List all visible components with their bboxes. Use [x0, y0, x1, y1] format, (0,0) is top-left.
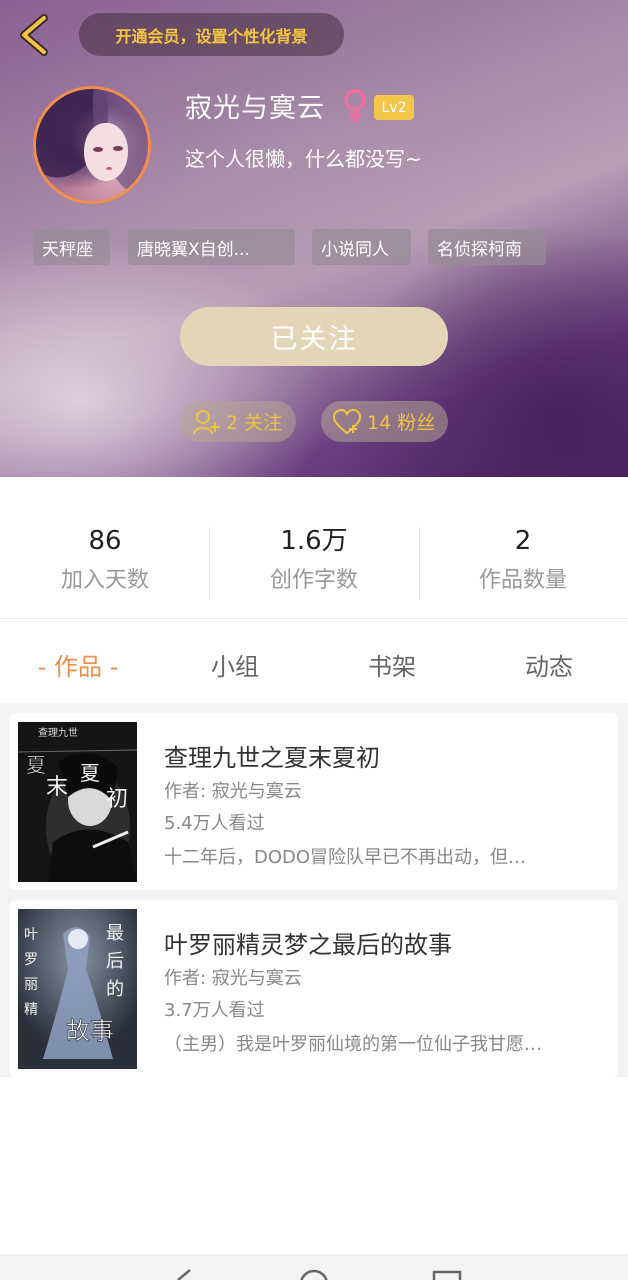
- vip-banner[interactable]: 开通会员，设置个性化背景: [79, 13, 344, 56]
- works-list: 夏 末 夏 初 查理九世 查理九世之夏末夏初 作者: 寂光与寞云 5.4万人看过…: [0, 703, 628, 1077]
- tag-item[interactable]: 小说同人: [312, 229, 411, 265]
- user-add-icon: [193, 409, 220, 434]
- work-description: （主男）我是叶罗丽仙境的第一位仙子我甘愿…: [164, 1034, 542, 1055]
- work-title: 查理九世之夏末夏初: [164, 744, 380, 772]
- stat-label: 作品数量: [478, 567, 567, 593]
- system-nav-bar: [0, 1254, 628, 1284]
- avatar[interactable]: [33, 86, 151, 204]
- svg-text:丽: 丽: [24, 977, 38, 993]
- heart-icon: [333, 408, 361, 434]
- stat-words: 1.6万 创作字数: [209, 527, 419, 594]
- chevron-left-icon: [20, 14, 48, 56]
- stat-works: 2 作品数量: [418, 527, 628, 594]
- svg-text:罗: 罗: [24, 952, 38, 968]
- stats-row: 86 加入天数 1.6万 创作字数 2 作品数量: [0, 477, 628, 619]
- tab-bar: - 作品 - 小组 书架 动态: [0, 619, 628, 703]
- following-button[interactable]: 2 关注: [180, 401, 296, 442]
- following-count: 2 关注: [226, 412, 283, 434]
- work-views: 3.7万人看过: [164, 1000, 265, 1021]
- work-views: 5.4万人看过: [164, 813, 265, 834]
- tag-item[interactable]: 天秤座: [33, 229, 110, 265]
- svg-text:叶: 叶: [24, 927, 38, 943]
- tab-activity[interactable]: 动态: [484, 647, 614, 682]
- book-cover: 夏 末 夏 初 查理九世: [18, 722, 137, 882]
- work-author: 作者: 寂光与寞云: [164, 968, 302, 989]
- stat-value: 2: [514, 526, 532, 556]
- username: 寂光与寞云: [185, 93, 325, 124]
- work-card[interactable]: 叶 罗 丽 精 最 后 的 故事 叶罗丽精灵梦之最后的故事 作者: 寂光与寞云 …: [9, 900, 618, 1077]
- fans-count: 14 粉丝: [367, 412, 436, 434]
- female-icon: [344, 89, 366, 123]
- svg-text:初: 初: [106, 787, 128, 812]
- svg-text:故事: 故事: [66, 1017, 114, 1045]
- tag-item[interactable]: 名侦探柯南: [428, 229, 546, 265]
- svg-text:夏: 夏: [80, 761, 100, 785]
- divider: [419, 527, 420, 600]
- svg-text:最: 最: [106, 923, 124, 944]
- svg-text:末: 末: [46, 775, 68, 800]
- stat-value: 1.6万: [280, 526, 348, 556]
- work-description: 十二年后，DODO冒险队早已不再出动，但…: [164, 847, 527, 868]
- svg-text:后: 后: [106, 951, 124, 972]
- level-badge: Lv2: [374, 95, 414, 120]
- back-button[interactable]: [14, 12, 58, 58]
- stat-label: 加入天数: [60, 567, 149, 593]
- svg-text:查理九世: 查理九世: [38, 726, 78, 739]
- tab-bookshelf[interactable]: 书架: [327, 647, 457, 682]
- fans-button[interactable]: 14 粉丝: [321, 401, 448, 442]
- work-title: 叶罗丽精灵梦之最后的故事: [164, 931, 452, 959]
- tab-works[interactable]: - 作品 -: [13, 647, 143, 682]
- work-author: 作者: 寂光与寞云: [164, 781, 302, 802]
- book-cover: 叶 罗 丽 精 最 后 的 故事: [18, 909, 137, 1069]
- divider: [209, 527, 210, 600]
- svg-text:夏: 夏: [26, 753, 46, 777]
- stat-days: 86 加入天数: [0, 527, 210, 594]
- svg-text:的: 的: [106, 979, 124, 1000]
- svg-text:精: 精: [24, 1002, 38, 1018]
- follow-button[interactable]: 已关注: [180, 307, 448, 366]
- stat-label: 创作字数: [269, 567, 358, 593]
- user-bio: 这个人很懒，什么都没写~: [185, 147, 422, 171]
- tab-groups[interactable]: 小组: [170, 647, 300, 682]
- nav-icons: [177, 1269, 462, 1284]
- work-card[interactable]: 夏 末 夏 初 查理九世 查理九世之夏末夏初 作者: 寂光与寞云 5.4万人看过…: [9, 713, 618, 890]
- stat-value: 86: [88, 526, 122, 556]
- tag-item[interactable]: 唐晓翼X自创...: [128, 229, 295, 265]
- profile-header: 开通会员，设置个性化背景 寂光与寞云 Lv2 这个人很懒，什么都没写~ 天秤座 …: [0, 0, 628, 477]
